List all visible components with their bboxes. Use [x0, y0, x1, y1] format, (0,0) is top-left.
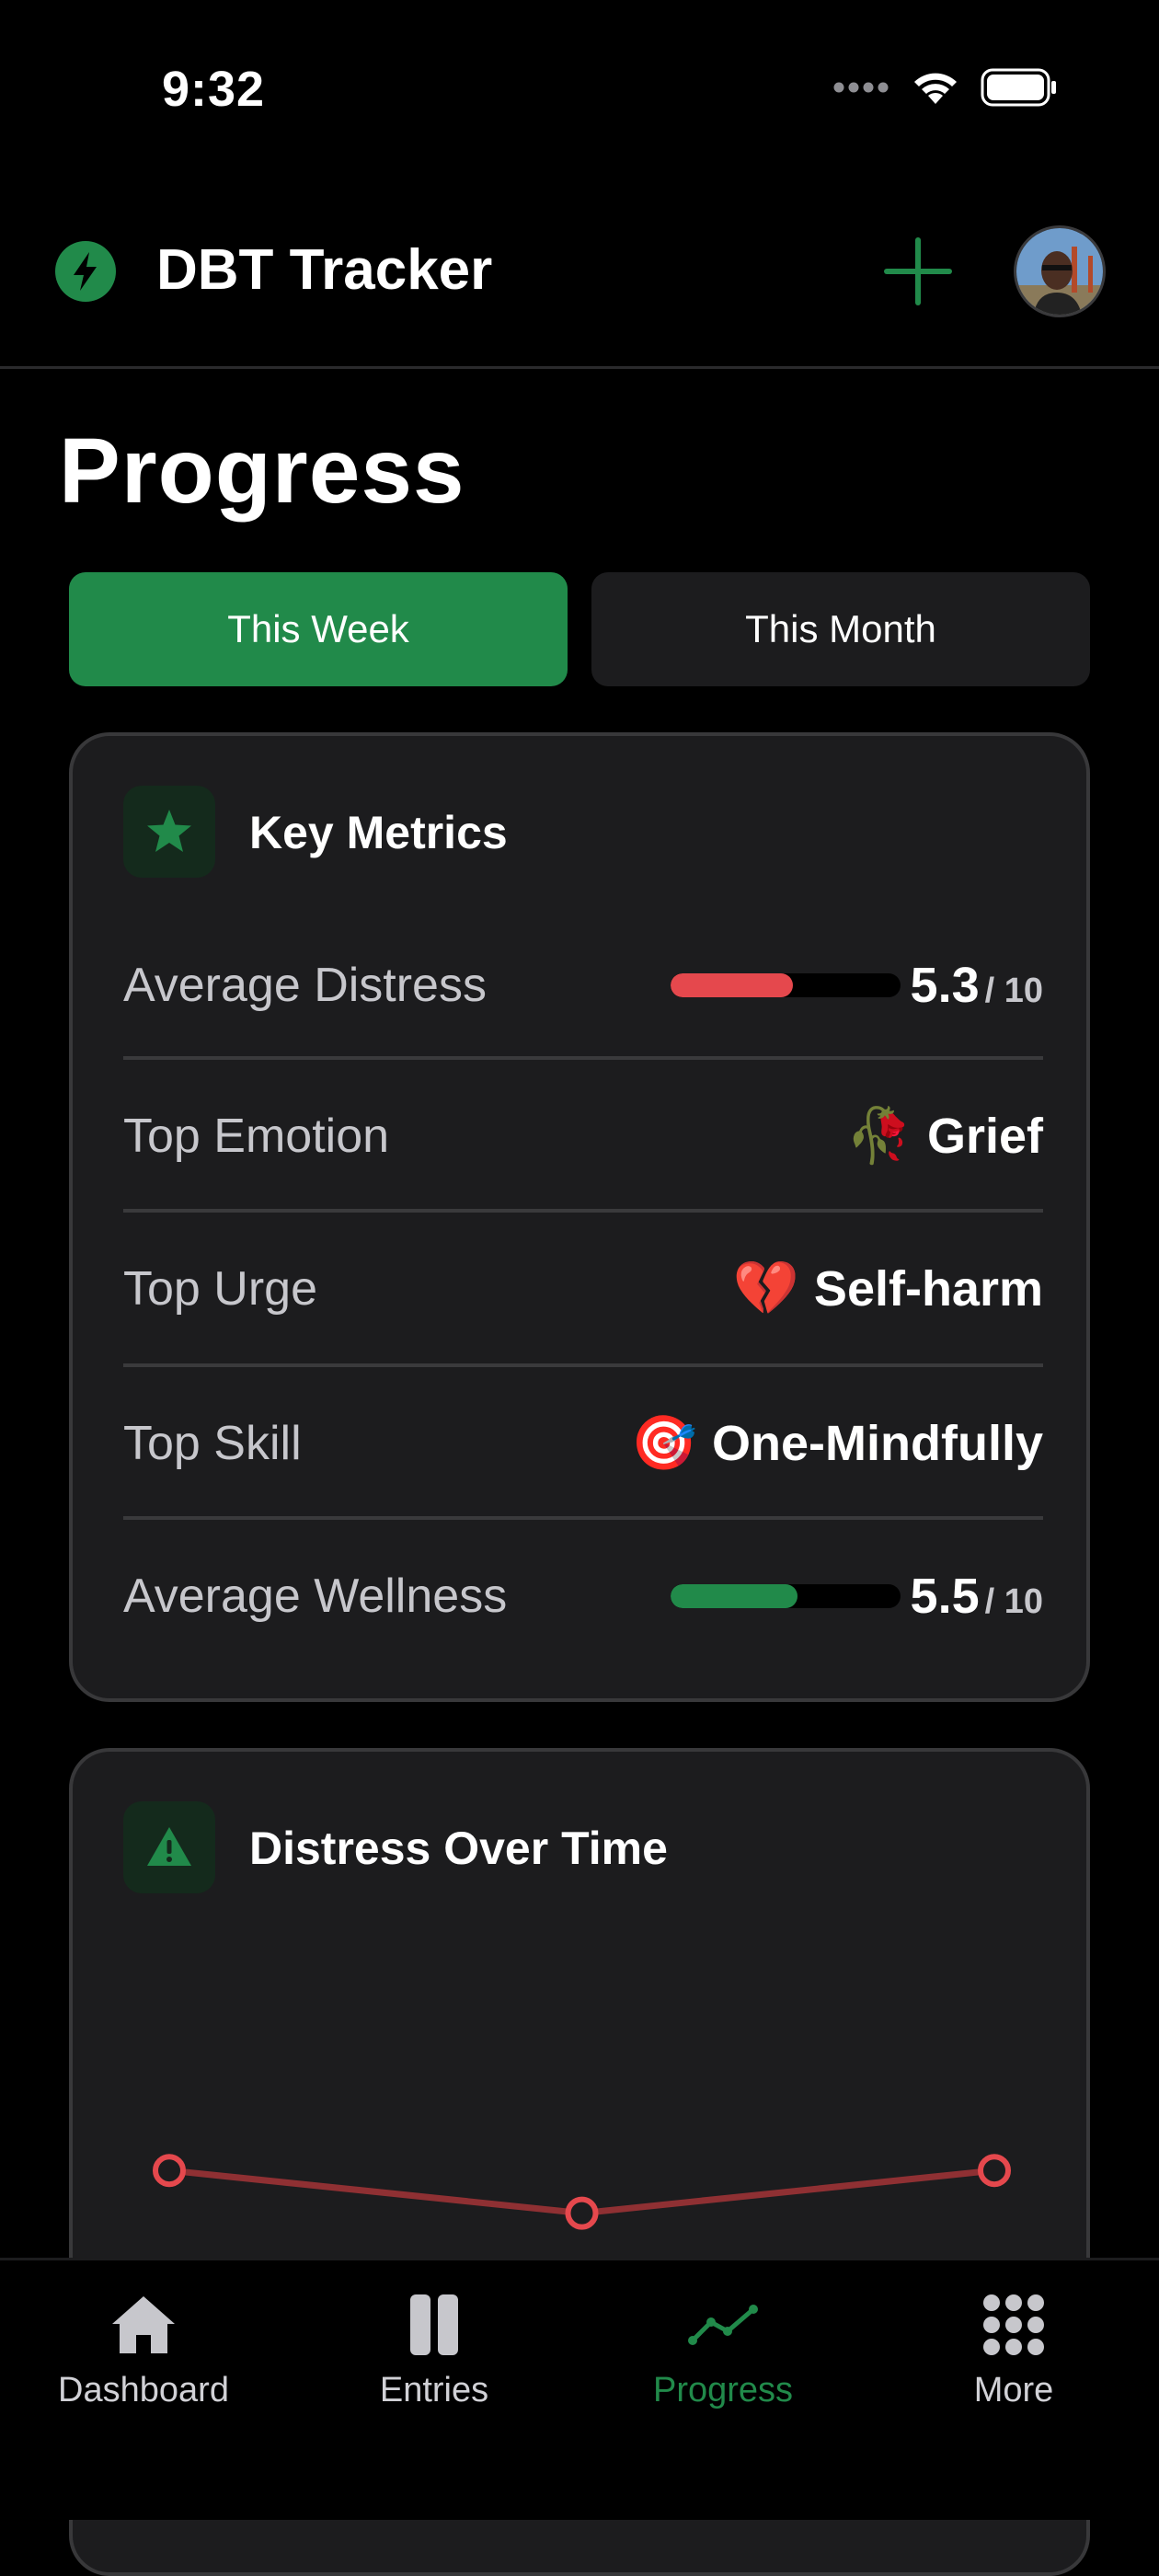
star-icon: [123, 786, 215, 878]
tab-label: Entries: [379, 2371, 489, 2409]
metric-top-skill: Top Skill 🎯 One-Mindfully: [123, 1367, 1043, 1520]
avatar[interactable]: [1014, 225, 1106, 317]
page-title: Progress: [59, 420, 465, 523]
top-skill-value: 🎯 One-Mindfully: [631, 1415, 1043, 1472]
chart-line-icon: [686, 2288, 760, 2362]
top-urge-value: 💔 Self-harm: [733, 1260, 1043, 1317]
bolt-icon: [55, 241, 116, 302]
metric-label: Average Wellness: [123, 1570, 508, 1623]
target-icon: 🎯: [630, 1413, 698, 1473]
metric-top-emotion: Top Emotion 🥀 Grief: [123, 1060, 1043, 1213]
distress-max: / 10: [984, 972, 1043, 1010]
metric-top-urge: Top Urge 💔 Self-harm: [123, 1213, 1043, 1365]
tab-entries[interactable]: Entries: [319, 2288, 549, 2435]
house-icon: [107, 2288, 180, 2362]
metric-average-wellness: Average Wellness 5.5/ 10: [123, 1520, 1043, 1673]
distress-point-1[interactable]: [565, 2196, 599, 2230]
grid-icon: [977, 2288, 1050, 2362]
tab-bar: Dashboard Entries Progress More: [0, 2258, 1159, 2520]
distress-point-0[interactable]: [153, 2154, 186, 2188]
tab-more[interactable]: More: [899, 2288, 1129, 2435]
status-bar: 9:32: [0, 0, 1159, 184]
tab-label: Progress: [652, 2371, 794, 2409]
add-entry-button[interactable]: [881, 235, 955, 308]
distress-point-2[interactable]: [978, 2154, 1011, 2188]
distress-progress-bar: [671, 973, 901, 997]
app-title: DBT Tracker: [156, 238, 493, 302]
tab-label: More: [973, 2371, 1054, 2409]
top-emotion-text: Grief: [926, 1109, 1043, 1164]
tab-dashboard[interactable]: Dashboard: [29, 2288, 258, 2435]
metric-average-distress: Average Distress 5.3/ 10: [123, 909, 1043, 1062]
wellness-value: 5.5: [910, 1569, 980, 1624]
signal-icon: [833, 82, 889, 93]
wellness-score: 5.5/ 10: [911, 1568, 1043, 1625]
top-skill-text: One-Mindfully: [712, 1416, 1043, 1471]
wellness-max: / 10: [984, 1582, 1043, 1621]
distress-progress-fill: [671, 973, 793, 997]
top-emotion-value: 🥀 Grief: [846, 1108, 1043, 1165]
key-metrics-card: Key Metrics Average Distress 5.3/ 10 Top…: [69, 732, 1090, 1702]
status-time: 9:32: [162, 62, 266, 117]
wifi-icon: [914, 73, 957, 104]
broken-heart-icon: 💔: [732, 1259, 799, 1318]
book-icon: [397, 2288, 471, 2362]
metric-label: Top Urge: [123, 1262, 317, 1316]
battery-icon: [981, 68, 1056, 107]
metric-label: Average Distress: [123, 959, 487, 1012]
distress-score: 5.3/ 10: [911, 957, 1043, 1014]
tab-label: Dashboard: [58, 2371, 229, 2409]
metric-label: Top Skill: [123, 1417, 302, 1470]
wellness-progress-bar: [671, 1584, 901, 1608]
segment-this-week[interactable]: This Week: [69, 572, 568, 686]
top-urge-text: Self-harm: [813, 1261, 1043, 1317]
wellness-progress-fill: [671, 1584, 798, 1608]
wilted-rose-icon: 🥀: [845, 1106, 912, 1166]
metric-label: Top Emotion: [123, 1110, 390, 1163]
distress-value: 5.3: [910, 958, 980, 1013]
key-metrics-title: Key Metrics: [249, 807, 508, 858]
status-icons: [833, 68, 1058, 107]
segment-this-month[interactable]: This Month: [591, 572, 1090, 686]
tab-progress[interactable]: Progress: [608, 2288, 838, 2435]
